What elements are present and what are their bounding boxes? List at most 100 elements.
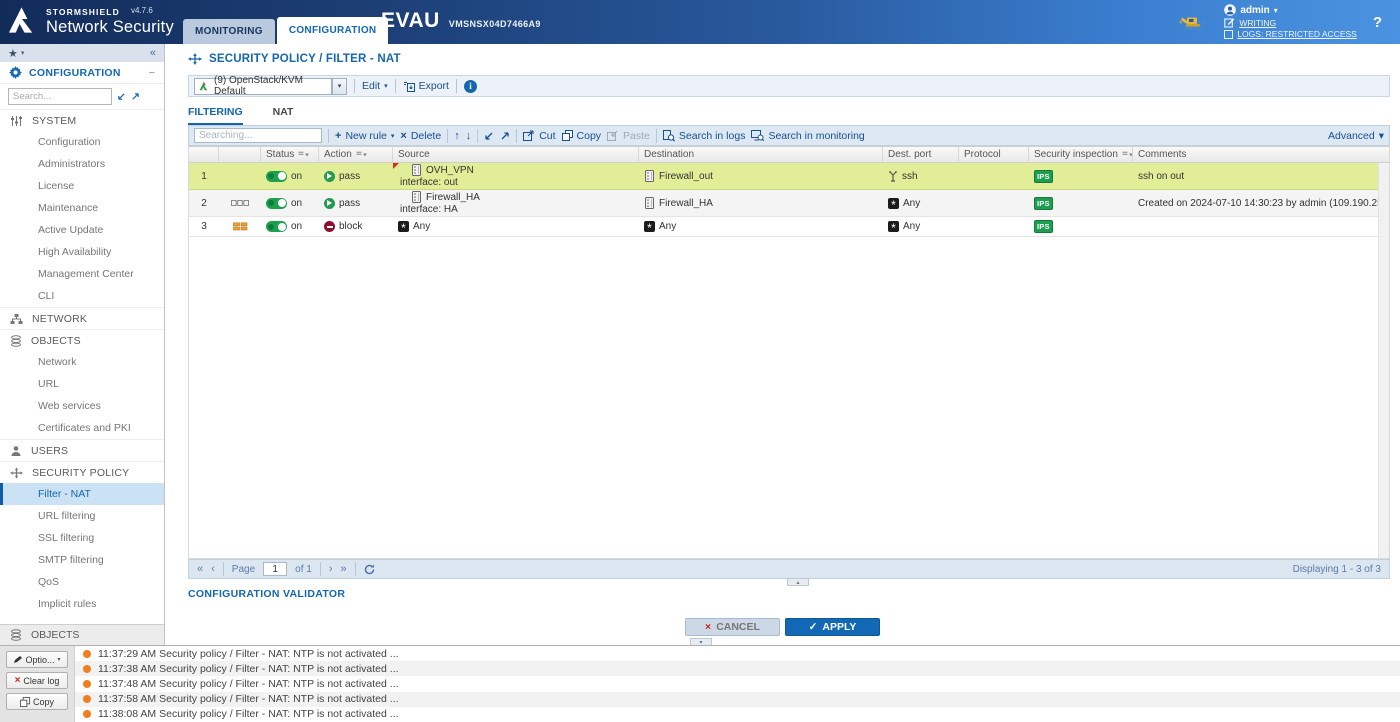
col-source[interactable]: Source: [393, 147, 639, 162]
sidebar-item-web-services[interactable]: Web services: [0, 395, 164, 417]
move-up-icon[interactable]: ↑: [454, 130, 460, 142]
sidebar-item-license[interactable]: License: [0, 175, 164, 197]
help-icon[interactable]: ?: [1373, 14, 1382, 31]
rule-source: Firewall_HA interface: HA: [393, 190, 639, 216]
collapse-sidebar-icon[interactable]: «: [150, 47, 156, 59]
clear-log-button[interactable]: × Clear log: [6, 672, 68, 689]
sidebar-section-security-policy[interactable]: SECURITY POLICY: [0, 461, 164, 483]
sidebar-item-management-center[interactable]: Management Center: [0, 263, 164, 285]
apply-button[interactable]: ✓ APPLY: [785, 618, 880, 636]
sidebar-item-qos[interactable]: QoS: [0, 571, 164, 593]
collapse-rules-icon[interactable]: [484, 131, 494, 141]
edit-button[interactable]: Edit ▾: [362, 80, 388, 92]
minimize-icon[interactable]: −: [149, 67, 155, 79]
col-protocol[interactable]: Protocol: [959, 147, 1029, 162]
table-row[interactable]: 3 on block: [189, 217, 1389, 237]
sidebar-item-cli[interactable]: CLI: [0, 285, 164, 307]
rule-source: * Any: [393, 217, 639, 236]
chevron-down-icon[interactable]: ▾: [21, 49, 25, 57]
table-row[interactable]: 2 on pass: [189, 190, 1389, 217]
sidebar-item-administrators[interactable]: Administrators: [0, 153, 164, 175]
policy-selector[interactable]: (9) OpenStack/KVM Default: [194, 78, 332, 95]
sidebar-section-system[interactable]: SYSTEM: [0, 109, 164, 131]
table-row[interactable]: 1 on pass: [189, 163, 1389, 190]
rules-search-input[interactable]: [194, 128, 322, 143]
sidebar-search-input[interactable]: [8, 88, 112, 105]
sidebar-item-configuration[interactable]: Configuration: [0, 131, 164, 153]
expand-rules-icon[interactable]: [500, 131, 510, 141]
user-menu[interactable]: admin ▾: [1224, 4, 1357, 16]
sidebar-item-implicit-rules[interactable]: Implicit rules: [0, 593, 164, 615]
col-security-inspection[interactable]: Security inspection: [1029, 147, 1133, 162]
favorites-star-icon[interactable]: ★: [8, 47, 18, 60]
delete-button[interactable]: × Delete: [400, 130, 441, 142]
any-object-icon: *: [888, 221, 899, 232]
rule-status[interactable]: on: [261, 217, 319, 236]
paste-button[interactable]: Paste: [607, 130, 650, 142]
rule-number: 1: [189, 163, 219, 189]
rule-status[interactable]: on: [261, 163, 319, 189]
tab-filtering[interactable]: FILTERING: [188, 106, 243, 126]
toggle-on-icon[interactable]: [266, 198, 287, 209]
search-in-logs-button[interactable]: Search in logs: [663, 130, 746, 142]
collapse-all-icon[interactable]: [117, 92, 126, 101]
vertical-scrollbar[interactable]: [1378, 163, 1389, 558]
last-page-icon[interactable]: »: [341, 563, 347, 575]
log-options-button[interactable]: Optio... ▾: [6, 651, 68, 668]
col-dest-port[interactable]: Dest. port: [883, 147, 959, 162]
rule-protocol: [959, 190, 1029, 216]
col-comments[interactable]: Comments: [1133, 147, 1389, 162]
cancel-button[interactable]: × CANCEL: [685, 618, 780, 636]
sidebar-item-smtp-filtering[interactable]: SMTP filtering: [0, 549, 164, 571]
rule-status[interactable]: on: [261, 190, 319, 216]
refresh-icon[interactable]: [364, 564, 375, 575]
info-icon[interactable]: i: [464, 80, 477, 93]
sidebar-accordion-objects[interactable]: OBJECTS: [0, 624, 164, 645]
app-window: STORMSHIELD Network Security v4.7.6 MONI…: [0, 0, 1400, 722]
sidebar-item-high-availability[interactable]: High Availability: [0, 241, 164, 263]
sidebar-section-objects[interactable]: OBJECTS: [0, 329, 164, 351]
new-rule-button[interactable]: + New rule ▾: [335, 130, 394, 142]
ha-link-icon: [231, 199, 249, 207]
sidebar-item-url[interactable]: URL: [0, 373, 164, 395]
sidebar-item-url-filtering[interactable]: URL filtering: [0, 505, 164, 527]
cut-button[interactable]: Cut: [523, 130, 555, 142]
search-in-monitoring-button[interactable]: Search in monitoring: [751, 130, 864, 142]
rule-flags: [219, 190, 261, 216]
sidebar-item-maintenance[interactable]: Maintenance: [0, 197, 164, 219]
system-icon: [10, 115, 23, 127]
logs-access-link[interactable]: LOGS: RESTRICTED ACCESS: [1224, 29, 1357, 39]
policy-selector-caret[interactable]: ▾: [332, 78, 347, 95]
col-action[interactable]: Action: [319, 147, 393, 162]
page-number-input[interactable]: [263, 562, 287, 576]
previous-page-icon[interactable]: ‹: [211, 563, 215, 575]
export-button[interactable]: Export: [403, 80, 449, 92]
sidebar-section-users[interactable]: USERS: [0, 439, 164, 461]
copy-log-button[interactable]: Copy: [6, 693, 68, 710]
cut-icon: [523, 130, 535, 141]
toggle-on-icon[interactable]: [266, 171, 287, 182]
col-status[interactable]: Status: [261, 147, 319, 162]
move-down-icon[interactable]: ↓: [466, 130, 472, 142]
toggle-on-icon[interactable]: [266, 221, 287, 232]
next-page-icon[interactable]: ›: [329, 563, 333, 575]
copy-button[interactable]: Copy: [562, 130, 602, 142]
sidebar-item-certificates-pki[interactable]: Certificates and PKI: [0, 417, 164, 439]
advanced-button[interactable]: Advanced ▾: [1328, 130, 1384, 142]
tab-monitoring[interactable]: MONITORING: [183, 19, 275, 44]
sidebar-item-network[interactable]: Network: [0, 351, 164, 373]
col-destination[interactable]: Destination: [639, 147, 883, 162]
sidebar-item-ssl-filtering[interactable]: SSL filtering: [0, 527, 164, 549]
user-avatar-icon: [1224, 4, 1236, 16]
configuration-header[interactable]: CONFIGURATION −: [0, 62, 164, 84]
tab-nat[interactable]: NAT: [273, 106, 294, 126]
sidebar-section-network[interactable]: NETWORK: [0, 307, 164, 329]
write-mode-link[interactable]: WRITING: [1224, 17, 1357, 28]
first-page-icon[interactable]: «: [197, 563, 203, 575]
sidebar-item-filter-nat[interactable]: Filter - NAT: [0, 483, 164, 505]
sidebar-item-active-update[interactable]: Active Update: [0, 219, 164, 241]
tab-configuration[interactable]: CONFIGURATION: [277, 17, 389, 44]
expand-all-icon[interactable]: [131, 92, 140, 101]
expand-validator-handle[interactable]: ▴: [787, 578, 809, 586]
firewall-object-icon: [644, 197, 655, 209]
